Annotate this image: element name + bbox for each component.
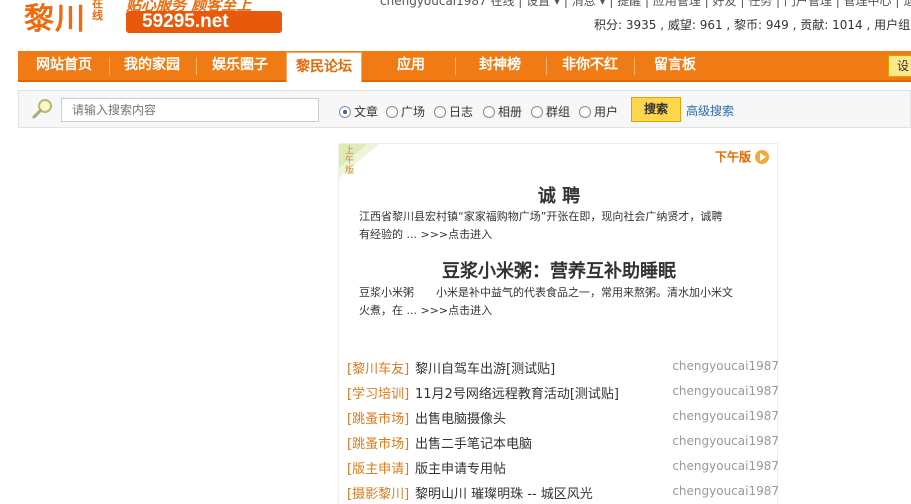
logo-url: 59295.net [126, 11, 282, 33]
morning-edition-label: 上午版 [345, 146, 355, 176]
thread-row: [跳蚤市场] 出售二手笔记本电脑 chengyoucai1987 [347, 427, 779, 452]
site-logo[interactable]: 黎川 在线 贴心服务 顾客至上 59295.net [22, 0, 282, 37]
thread-list: [黎川车友] 黎川自驾车出游[测试贴] chengyoucai1987 [学习培… [338, 321, 779, 504]
search-icon [32, 99, 52, 119]
search-option-label: 群组 [546, 105, 571, 119]
thread-row: [版主申请] 版主申请专用帖 chengyoucai1987 [347, 452, 779, 477]
thread-row: [学习培训] 11月2号网络远程教育活动[测试贴] chengyoucai198… [347, 377, 779, 402]
nav-item-entertainment[interactable]: 娱乐圈子 [202, 51, 278, 80]
thread-category[interactable]: [学习培训] [347, 383, 409, 402]
nav-item-guestbook[interactable]: 留言板 [640, 51, 710, 80]
featured-articles-panel: 上午版 下午版 诚 聘 江西省黎川县宏村镇“家家福购物广场”开张在即，现向社会广… [338, 143, 778, 321]
thread-author[interactable]: chengyoucai1987 [672, 359, 779, 373]
search-button[interactable]: 搜索 [631, 97, 681, 122]
afternoon-edition-label: 下午版 [714, 150, 751, 164]
advanced-search-link[interactable]: 高级搜索 [686, 102, 734, 119]
radio-icon [483, 105, 495, 118]
search-option-label: 相册 [498, 105, 523, 119]
nav-divider [455, 57, 456, 75]
afternoon-edition-tab[interactable]: 下午版 [715, 148, 769, 165]
search-option-article[interactable]: 文章 [339, 103, 378, 120]
nav-divider [109, 57, 110, 75]
search-option-label: 广场 [401, 105, 426, 119]
thread-category[interactable]: [黎川车友] [347, 358, 409, 377]
article-title[interactable]: 豆浆小米粥：营养互补助睡眠 [339, 257, 779, 283]
search-bar: 文章 广场 日志 相册 群组 用户 搜索 高级搜索 [18, 90, 911, 128]
thread-author[interactable]: chengyoucai1987 [672, 484, 779, 498]
thread-author[interactable]: chengyoucai1987 [672, 434, 779, 448]
read-more-link[interactable]: >>>点击进入 [421, 228, 493, 241]
user-toolbar[interactable]: chengyoucai1987 在线 | 设置 ▾ | 消息 ▾ | 提醒 | … [380, 0, 911, 9]
nav-item-home[interactable]: 网站首页 [26, 51, 102, 80]
radio-icon [531, 105, 543, 118]
article-summary-line: 豆浆小米粥 小米是补中益气的代表食品之一，常用来熬粥。清水加小米文 [359, 286, 733, 299]
search-option-square[interactable]: 广场 [386, 103, 425, 120]
search-input[interactable] [61, 98, 319, 122]
thread-title[interactable]: 出售电脑摄像头 [415, 408, 506, 427]
logo-small-text: 在线 [92, 0, 103, 22]
nav-item-forum[interactable]: 黎民论坛 [286, 52, 362, 82]
thread-title[interactable]: 版主申请专用帖 [415, 458, 506, 477]
search-option-album[interactable]: 相册 [483, 103, 522, 120]
article-summary-line: 火煮，在 ... >>>点击进入 [359, 302, 771, 320]
thread-title[interactable]: 黎川自驾车出游[测试贴] [415, 358, 555, 377]
radio-icon [579, 105, 591, 118]
article-summary-line: 江西省黎川县宏村镇“家家福购物广场”开张在即，现向社会广纳贤才，诚聘 [359, 210, 723, 223]
article-summary: 豆浆小米粥 小米是补中益气的代表食品之一，常用来熬粥。清水加小米文 火煮，在 .… [359, 284, 771, 320]
site-header: 黎川 在线 贴心服务 顾客至上 59295.net chengyoucai198… [0, 0, 911, 50]
radio-icon [386, 105, 398, 118]
article-summary-line: 有经验的 ... >>>点击进入 [359, 226, 771, 244]
thread-author[interactable]: chengyoucai1987 [672, 384, 779, 398]
thread-row: [黎川车友] 黎川自驾车出游[测试贴] chengyoucai1987 [347, 352, 779, 377]
nav-divider [196, 57, 197, 75]
nav-item-not-popular[interactable]: 非你不红 [552, 51, 628, 80]
main-nav: 网站首页 我的家园 娱乐圈子 黎民论坛 应用 封神榜 非你不红 留言板 设 [18, 51, 911, 82]
thread-title[interactable]: 出售二手笔记本电脑 [415, 433, 532, 452]
nav-right-button[interactable]: 设 [888, 55, 911, 77]
play-arrow-icon [755, 149, 769, 164]
article-summary-tail: 有经验的 ... [359, 228, 417, 241]
thread-author[interactable]: chengyoucai1987 [672, 459, 779, 473]
radio-icon [434, 105, 446, 118]
search-option-group[interactable]: 群组 [531, 103, 570, 120]
article-title[interactable]: 诚 聘 [339, 182, 779, 208]
nav-divider [546, 57, 547, 75]
user-stats: 积分: 3935 , 威望: 961 , 黎币: 949 , 贡献: 1014 … [594, 18, 911, 32]
thread-category[interactable]: [跳蚤市场] [347, 433, 409, 452]
search-option-label: 日志 [449, 105, 474, 119]
search-option-user[interactable]: 用户 [579, 103, 618, 120]
thread-category[interactable]: [版主申请] [347, 458, 409, 477]
search-option-blog[interactable]: 日志 [434, 103, 473, 120]
thread-row: [跳蚤市场] 出售电脑摄像头 chengyoucai1987 [347, 402, 779, 427]
thread-category[interactable]: [跳蚤市场] [347, 408, 409, 427]
thread-title[interactable]: 黎明山川 璀璨明珠 -- 城区风光 [415, 483, 593, 502]
thread-author[interactable]: chengyoucai1987 [672, 409, 779, 423]
nav-item-apps[interactable]: 应用 [376, 51, 446, 80]
read-more-link[interactable]: >>>点击进入 [421, 304, 493, 317]
thread-category[interactable]: [摄影黎川] [347, 483, 409, 502]
article-summary-tail: 火煮，在 ... [359, 304, 417, 317]
nav-item-my-home[interactable]: 我的家园 [115, 51, 189, 80]
search-option-label: 用户 [594, 105, 619, 119]
radio-selected-icon [339, 105, 351, 118]
nav-divider [634, 57, 635, 75]
logo-main-text: 黎川 [24, 2, 86, 37]
nav-item-rankings[interactable]: 封神榜 [462, 51, 538, 80]
article-summary: 江西省黎川县宏村镇“家家福购物广场”开张在即，现向社会广纳贤才，诚聘 有经验的 … [359, 208, 771, 244]
thread-row: [摄影黎川] 黎明山川 璀璨明珠 -- 城区风光 chengyoucai1987 [347, 477, 779, 502]
search-option-label: 文章 [354, 105, 379, 119]
thread-title[interactable]: 11月2号网络远程教育活动[测试贴] [415, 383, 619, 402]
